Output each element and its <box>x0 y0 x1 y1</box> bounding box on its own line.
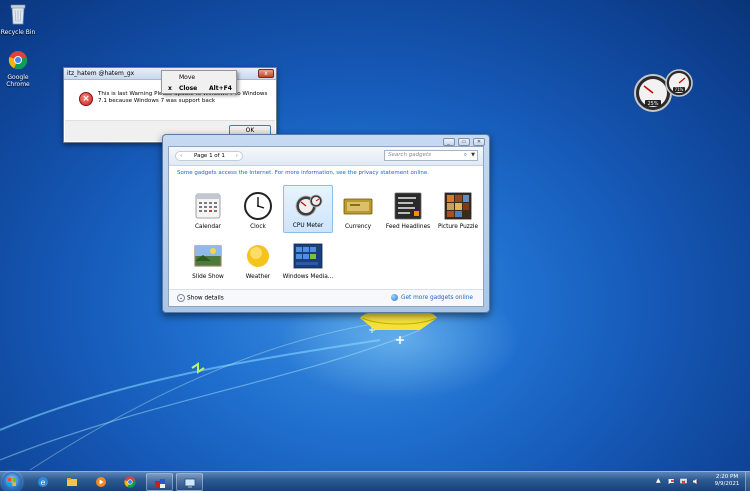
menu-item-label: Close <box>179 85 198 92</box>
taskbar-media-player[interactable] <box>88 473 115 491</box>
memory-usage-value: 71% <box>675 87 684 92</box>
show-details-label: Show details <box>187 295 224 302</box>
taskbar-google-chrome[interactable] <box>117 473 144 491</box>
windows-logo-icon <box>8 478 16 486</box>
page-indicator: Page 1 of 1 <box>194 153 225 159</box>
menu-item-move[interactable]: Move <box>163 72 235 83</box>
chevron-down-icon: ⌄ <box>177 294 185 302</box>
recycle-bin-icon <box>10 4 26 25</box>
gadget-tile-currency[interactable]: Currency <box>333 187 383 235</box>
gadget-tile-windows-media[interactable]: Windows Media... <box>283 237 333 285</box>
window-context-menu: Move x Close Alt+F4 <box>161 70 237 94</box>
page-navigator: ‹ Page 1 of 1 › <box>175 151 243 161</box>
picture-puzzle-icon <box>444 192 472 220</box>
volume-icon[interactable] <box>692 478 699 485</box>
taskbar: e ▲ 2:20 PM 9/9/2021 <box>0 471 750 491</box>
cpu-meter-icon <box>295 194 323 217</box>
desktop-icon-recycle-bin[interactable]: Recycle Bin <box>0 3 36 36</box>
gadget-tile-weather[interactable]: Weather <box>233 237 283 285</box>
desktop-icon-label: Google Chrome <box>6 74 30 88</box>
gadget-tile-calendar[interactable]: Calendar <box>183 187 233 235</box>
internet-explorer-icon: e <box>38 477 48 487</box>
dialog-close-button[interactable]: x <box>258 69 274 78</box>
get-more-gadgets-label: Get more gadgets online <box>400 295 473 301</box>
gadget-label: Clock <box>250 224 266 230</box>
gadget-tile-picture-puzzle[interactable]: Picture Puzzle <box>433 187 483 235</box>
gadgets-gallery-body: ‹ Page 1 of 1 › Search gadgets ⌕ ▼ Some … <box>168 146 484 307</box>
start-button[interactable] <box>2 472 22 491</box>
desktop-icon-label: Recycle Bin <box>0 29 36 36</box>
menu-item-shortcut: Alt+F4 <box>209 85 232 92</box>
previous-page-button[interactable]: ‹ <box>180 152 182 160</box>
get-more-gadgets-link[interactable]: Get more gadgets online <box>390 294 473 301</box>
dropdown-arrow-icon[interactable]: ▼ <box>471 151 475 160</box>
gadget-tile-clock[interactable]: Clock <box>233 187 283 235</box>
gadget-tile-cpu-meter[interactable]: CPU Meter <box>283 185 333 233</box>
search-placeholder: Search gadgets <box>388 152 432 158</box>
clock-icon <box>244 192 272 220</box>
calendar-icon <box>195 193 221 219</box>
menu-item-close[interactable]: x Close Alt+F4 <box>163 83 235 94</box>
gadget-tile-feed-headlines[interactable]: Feed Headlines <box>383 187 433 235</box>
taskbar-clock[interactable]: 2:20 PM 9/9/2021 <box>710 474 744 488</box>
windows-media-icon <box>293 243 323 269</box>
currency-icon <box>343 198 373 215</box>
desktop-icon-google-chrome[interactable]: Google Chrome <box>0 50 36 88</box>
window-caption-buttons: _ ▭ ✕ <box>442 137 485 146</box>
feed-headlines-icon <box>394 192 422 220</box>
privacy-notice-link[interactable]: Some gadgets access the Internet. For mo… <box>177 170 429 176</box>
menu-item-label: Move <box>179 74 196 81</box>
gallery-footer: ⌄ Show details Get more gadgets online <box>169 289 483 306</box>
folder-icon <box>67 478 77 486</box>
gadget-label: CPU Meter <box>292 223 324 229</box>
error-icon: × <box>79 92 93 106</box>
media-player-icon <box>96 477 106 487</box>
minimize-button[interactable]: _ <box>442 138 455 146</box>
close-icon: x <box>168 85 172 92</box>
taskbar-file-explorer[interactable] <box>59 473 86 491</box>
gadget-grid: Calendar Clock CPU Meter Currency Feed H… <box>183 185 483 287</box>
gadgets-icon <box>155 479 165 488</box>
gadgets-gallery-window: _ ▭ ✕ ‹ Page 1 of 1 › Search gadgets ⌕ ▼… <box>162 134 490 313</box>
taskbar-internet-explorer[interactable]: e <box>30 473 57 491</box>
gallery-toolbar: ‹ Page 1 of 1 › Search gadgets ⌕ ▼ <box>169 147 483 166</box>
show-details-button[interactable]: ⌄ Show details <box>177 294 224 302</box>
search-gadgets-input[interactable]: Search gadgets ⌕ ▼ <box>384 150 478 161</box>
show-desktop-button[interactable] <box>745 472 750 491</box>
clock-time: 2:20 PM <box>715 474 739 480</box>
network-icon[interactable] <box>680 478 687 485</box>
next-page-button[interactable]: › <box>236 152 238 160</box>
taskbar-gadgets[interactable] <box>146 473 173 491</box>
search-icon[interactable]: ⌕ <box>464 151 467 160</box>
chrome-icon <box>124 476 136 488</box>
close-button[interactable]: ✕ <box>473 138 485 146</box>
cpu-meter-gadget[interactable]: 25% 71% <box>633 66 695 112</box>
cpu-usage-value: 25% <box>647 101 658 107</box>
taskbar-remote-desktop[interactable] <box>176 473 203 491</box>
dialog-title: itz_hatem @hatem_gx <box>67 70 135 77</box>
slide-show-icon <box>194 245 222 267</box>
action-center-flag-icon[interactable] <box>668 478 675 485</box>
globe-icon <box>390 294 398 301</box>
chrome-icon <box>8 51 28 70</box>
gadget-label: Windows Media... <box>282 274 334 280</box>
gadget-tile-slide-show[interactable]: Slide Show <box>183 237 233 285</box>
clock-date: 9/9/2021 <box>714 481 740 487</box>
monitor-icon <box>184 478 196 488</box>
show-hidden-icons-icon[interactable]: ▲ <box>656 477 663 484</box>
weather-icon <box>247 245 269 267</box>
svg-text:e: e <box>41 478 46 487</box>
gadget-label: Picture Puzzle <box>437 224 479 230</box>
restore-button[interactable]: ▭ <box>457 138 470 146</box>
